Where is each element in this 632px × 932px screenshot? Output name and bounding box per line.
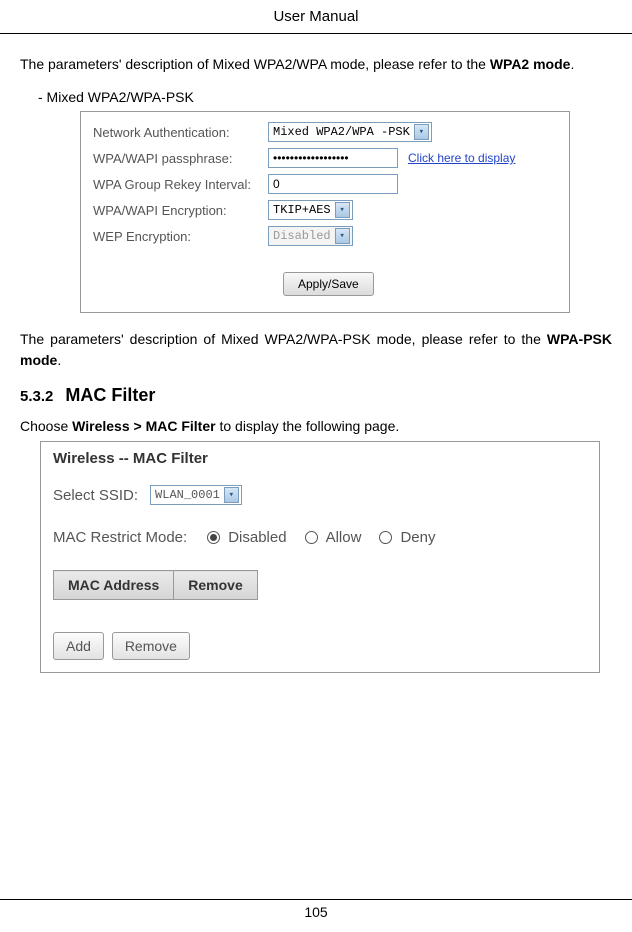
chevron-down-icon: ▾: [335, 202, 350, 218]
input-rekey[interactable]: 0: [268, 174, 398, 194]
input-passphrase[interactable]: ••••••••••••••••••: [268, 148, 398, 168]
select-netauth[interactable]: Mixed WPA2/WPA -PSK ▾: [268, 122, 432, 142]
label-wep: WEP Encryption:: [93, 229, 268, 244]
label-netauth: Network Authentication:: [93, 125, 268, 140]
select-value: WLAN_0001: [155, 488, 220, 502]
radio-icon: [207, 531, 220, 544]
label-select-ssid: Select SSID:: [53, 487, 138, 504]
para-text: The parameters' description of Mixed WPA…: [20, 331, 547, 347]
para-text-end: .: [57, 352, 61, 368]
radio-label: Disabled: [228, 529, 286, 546]
label-rekey: WPA Group Rekey Interval:: [93, 177, 268, 192]
select-value: Mixed WPA2/WPA -PSK: [273, 125, 410, 139]
para-wpa-psk: The parameters' description of Mixed WPA…: [20, 329, 612, 371]
para-text: The parameters' description of Mixed WPA…: [20, 56, 490, 72]
radio-icon: [305, 531, 318, 544]
label-passphrase: WPA/WAPI passphrase:: [93, 151, 268, 166]
add-button[interactable]: Add: [53, 632, 104, 660]
chevron-down-icon: ▾: [414, 124, 429, 140]
select-value: Disabled: [273, 229, 331, 243]
radio-label: Allow: [326, 529, 362, 546]
para-text-end: to display the following page.: [216, 418, 400, 434]
radio-label: Deny: [400, 529, 435, 546]
para-text-end: .: [570, 56, 574, 72]
para-text: Choose: [20, 418, 72, 434]
section-title: MAC Filter: [65, 385, 155, 405]
page-content: The parameters' description of Mixed WPA…: [0, 34, 632, 673]
screenshot-mac-filter: Wireless -- MAC Filter Select SSID: WLAN…: [40, 441, 600, 673]
chevron-down-icon: ▾: [224, 487, 239, 503]
para-wpa2: The parameters' description of Mixed WPA…: [20, 54, 612, 75]
mac-filter-title: Wireless -- MAC Filter: [53, 450, 587, 467]
select-ssid[interactable]: WLAN_0001 ▾: [150, 485, 242, 505]
link-display-passphrase[interactable]: Click here to display: [408, 151, 515, 165]
col-mac-address: MAC Address: [54, 571, 174, 600]
wpa2-mode-ref: WPA2 mode: [490, 56, 571, 72]
remove-button[interactable]: Remove: [112, 632, 190, 660]
select-value: TKIP+AES: [273, 203, 331, 217]
col-remove: Remove: [174, 571, 257, 600]
page-number: 105: [0, 899, 632, 920]
section-heading: 5.3.2 MAC Filter: [20, 385, 612, 406]
label-restrict-mode: MAC Restrict Mode:: [53, 529, 187, 546]
chevron-down-icon: ▾: [335, 228, 350, 244]
bullet-mixed-psk: - Mixed WPA2/WPA-PSK: [38, 89, 612, 105]
label-encryption: WPA/WAPI Encryption:: [93, 203, 268, 218]
radio-option-disabled[interactable]: Disabled: [207, 529, 286, 546]
select-wep: Disabled ▾: [268, 226, 353, 246]
radio-icon: [379, 531, 392, 544]
page-header: User Manual: [0, 0, 632, 34]
radio-option-allow[interactable]: Allow: [305, 529, 362, 546]
apply-save-button[interactable]: Apply/Save: [283, 272, 374, 296]
menu-path: Wireless > MAC Filter: [72, 418, 215, 434]
screenshot-wpa-psk-form: Network Authentication: Mixed WPA2/WPA -…: [80, 111, 570, 313]
radio-group-restrict: Disabled Allow Deny: [207, 529, 435, 546]
para-macfilter: Choose Wireless > MAC Filter to display …: [20, 416, 612, 437]
section-number: 5.3.2: [20, 388, 53, 405]
mac-address-table: MAC Address Remove: [53, 570, 258, 600]
radio-option-deny[interactable]: Deny: [379, 529, 435, 546]
select-encryption[interactable]: TKIP+AES ▾: [268, 200, 353, 220]
